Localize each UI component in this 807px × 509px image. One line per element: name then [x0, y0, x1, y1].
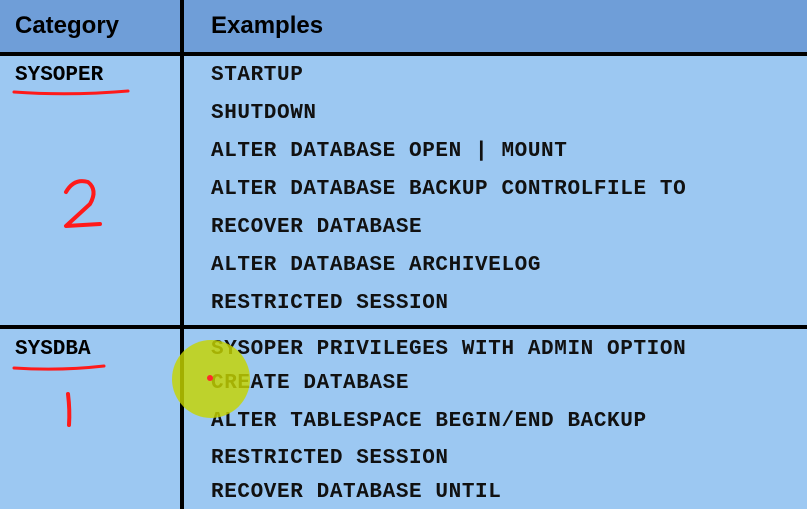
handwritten-annotations	[12, 89, 130, 427]
pointer-dot	[207, 375, 213, 381]
handwritten-annotation-2	[64, 179, 102, 228]
sysoper-underline	[12, 89, 130, 96]
pointer-highlight	[172, 340, 250, 418]
handwritten-annotation-1	[66, 392, 72, 427]
sysdba-underline	[12, 364, 106, 371]
